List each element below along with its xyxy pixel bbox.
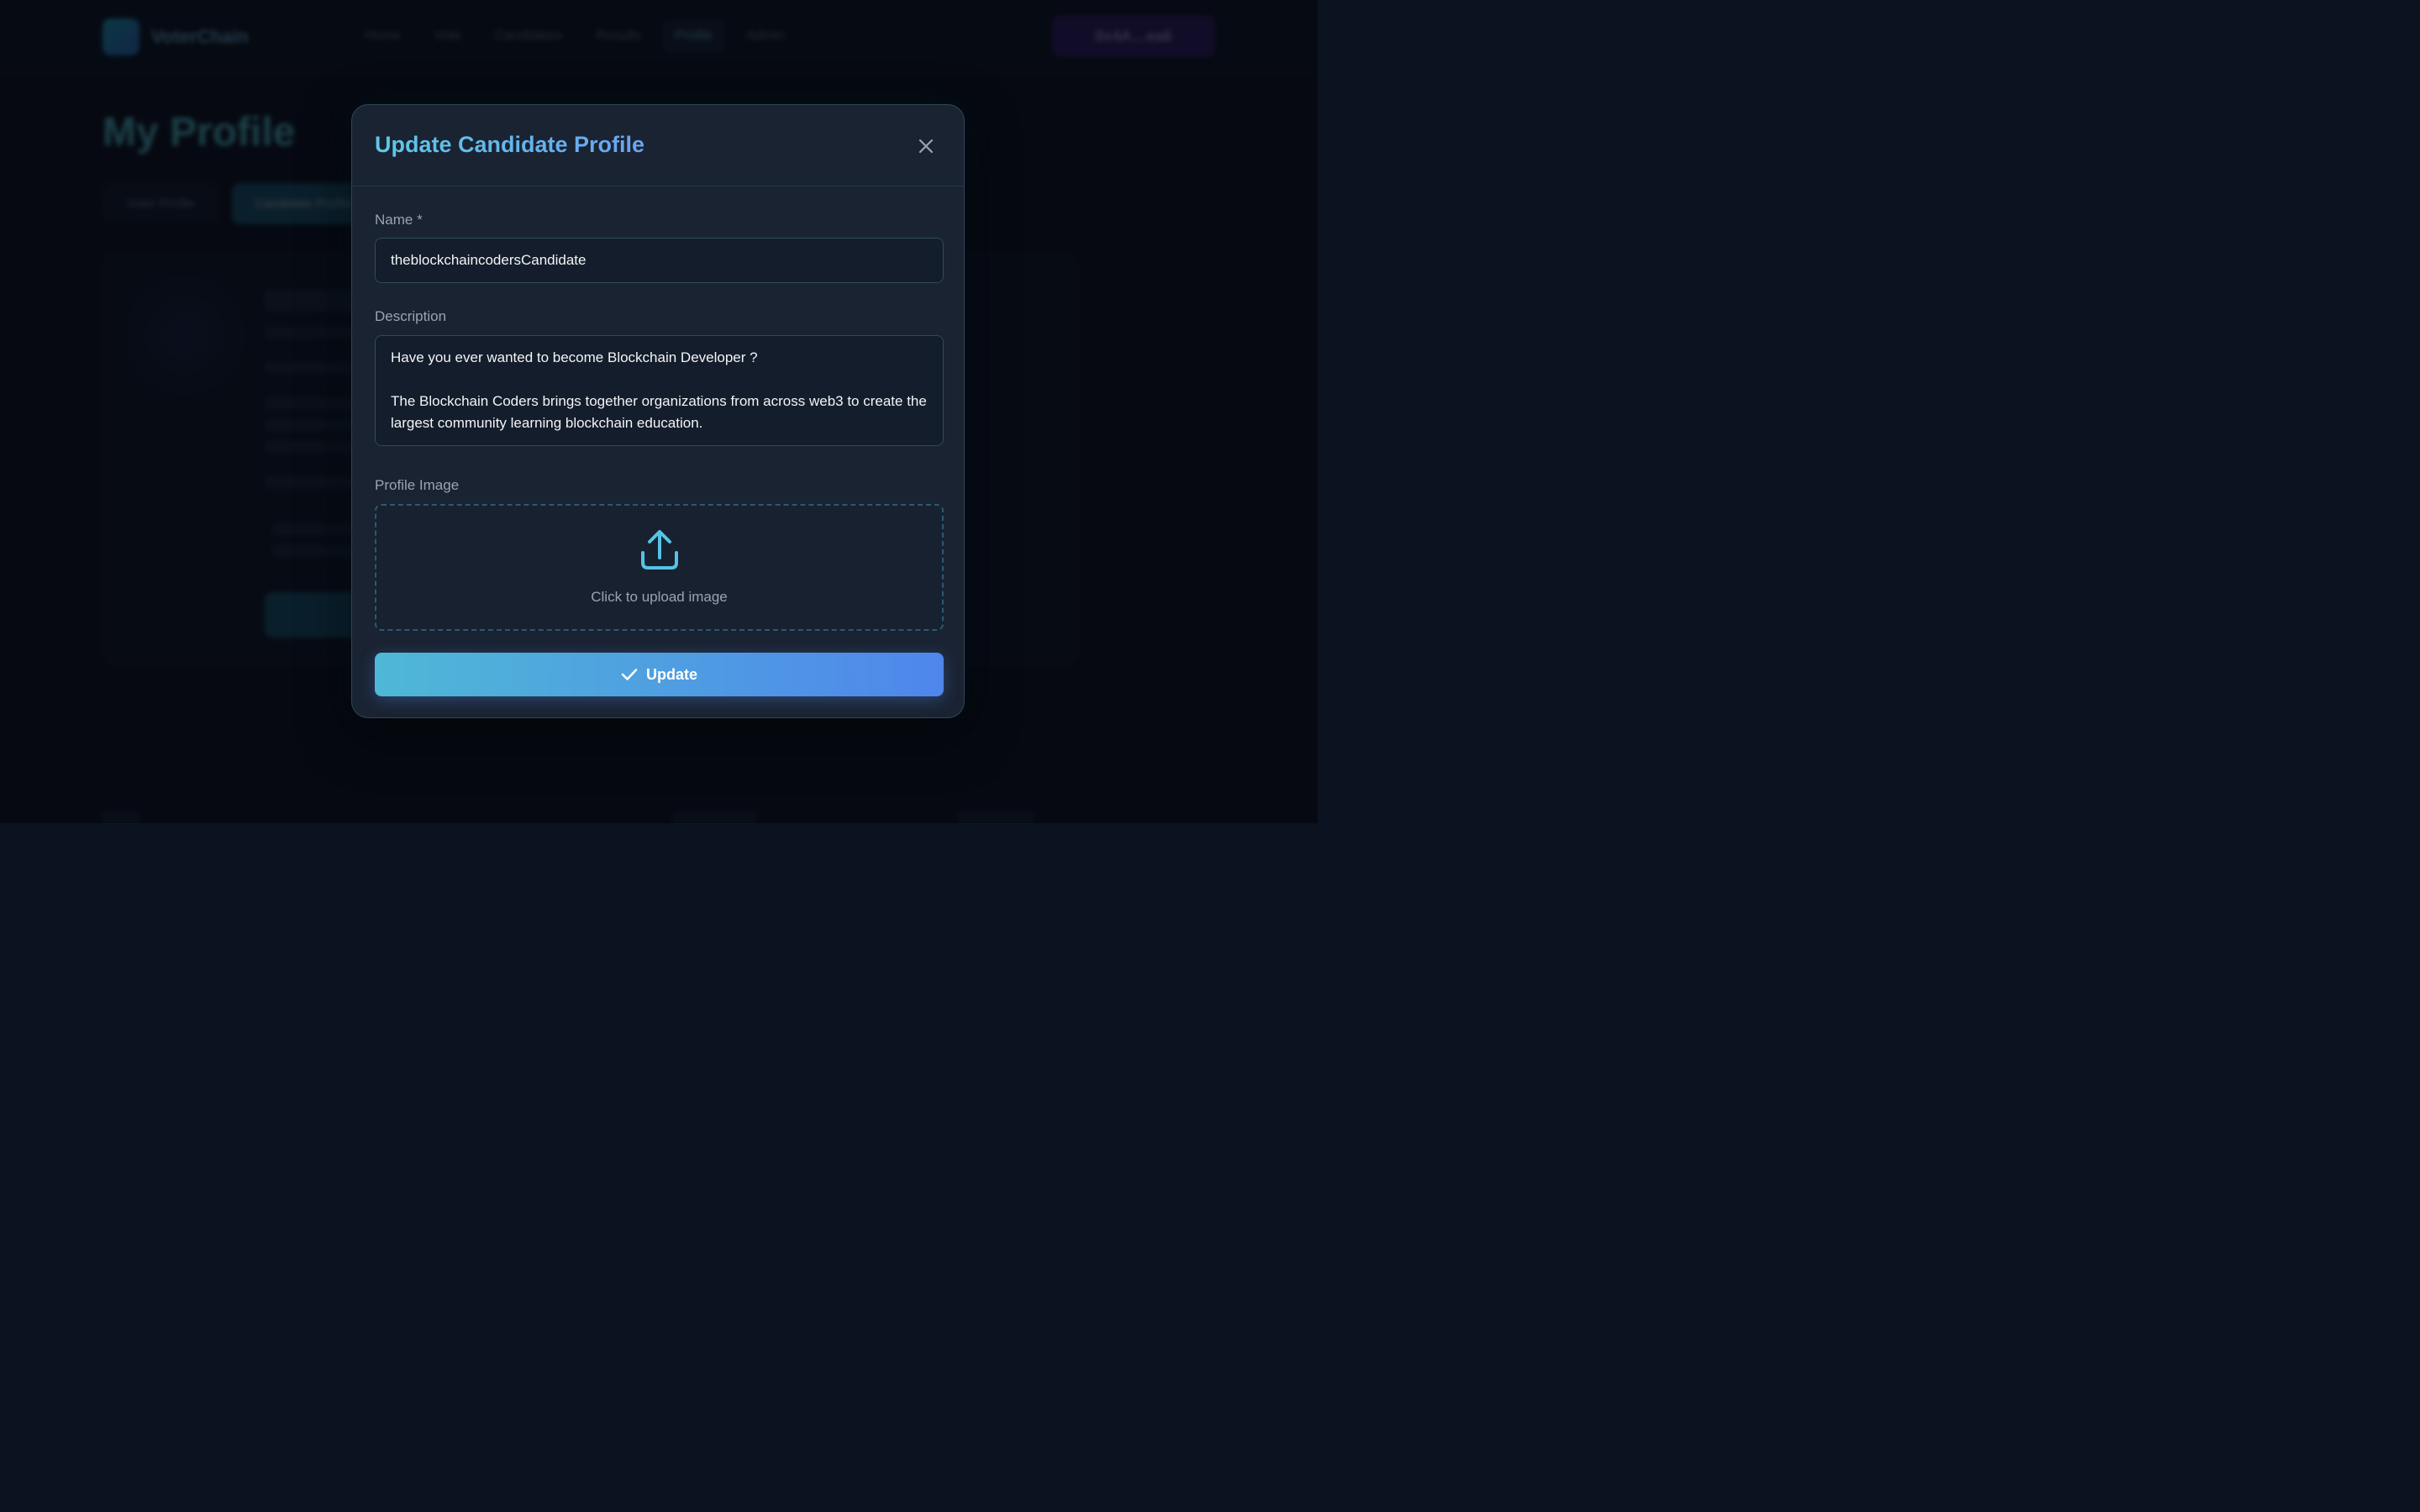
- upload-icon: [641, 530, 678, 570]
- modal-title: Update Candidate Profile: [375, 132, 645, 157]
- close-icon: [918, 139, 934, 154]
- name-input[interactable]: theblockchaincodersCandidate: [375, 238, 944, 283]
- description-textarea[interactable]: Have you ever wanted to become Blockchai…: [375, 335, 944, 446]
- description-label: Description: [375, 308, 447, 324]
- modal-header: Update Candidate Profile: [352, 105, 964, 186]
- description-line: Have you ever wanted to become Blockchai…: [391, 349, 758, 365]
- name-input-value: theblockchaincodersCandidate: [391, 252, 587, 268]
- description-gap: [391, 369, 928, 391]
- upload-hint: Click to upload image: [591, 589, 728, 605]
- description-line: The Blockchain Coders brings together or…: [391, 393, 927, 431]
- close-button[interactable]: [913, 134, 939, 159]
- name-label: Name *: [375, 212, 423, 228]
- update-button[interactable]: Update: [375, 653, 944, 696]
- image-upload-dropzone[interactable]: Click to upload image: [375, 504, 944, 631]
- update-button-label: Update: [645, 665, 697, 683]
- check-icon: [621, 669, 638, 680]
- update-candidate-modal: Update Candidate Profile Name * theblock…: [351, 104, 965, 718]
- profile-image-label: Profile Image: [375, 477, 460, 493]
